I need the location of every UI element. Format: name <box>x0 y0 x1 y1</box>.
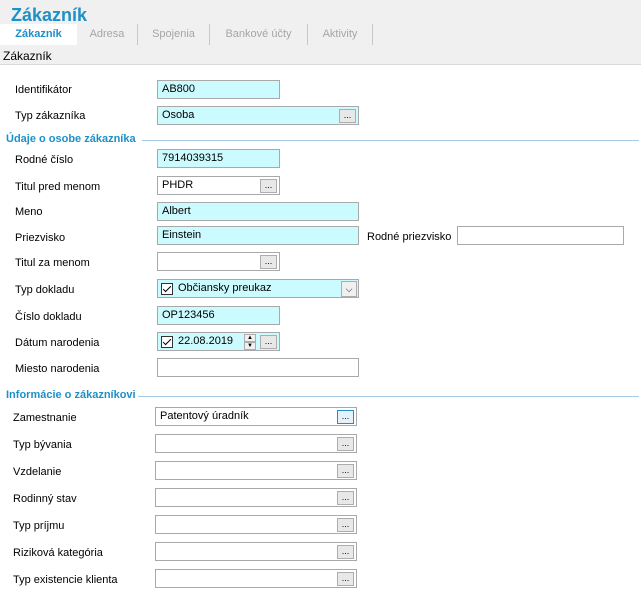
first-name-field[interactable]: Albert <box>157 202 359 221</box>
form-subheader: Zákazník <box>0 46 641 65</box>
tab-activities[interactable]: Aktivity <box>308 24 372 45</box>
spin-down-icon[interactable]: ▼ <box>244 342 256 350</box>
first-name-label: Meno <box>15 206 43 218</box>
education-label: Vzdelanie <box>13 466 62 478</box>
doc-type-label: Typ dokladu <box>15 284 75 296</box>
birth-date-picker-button[interactable]: ... <box>260 335 277 349</box>
person-section-title: Údaje o osobe zákazníka <box>6 133 136 145</box>
birth-surname-field[interactable] <box>457 226 624 245</box>
doc-number-label: Číslo dokladu <box>15 311 82 323</box>
birth-place-field[interactable] <box>157 358 359 377</box>
birth-date-label: Dátum narodenia <box>15 337 100 349</box>
client-existence-type-label: Typ existencie klienta <box>13 574 118 586</box>
employment-label: Zamestnanie <box>13 412 77 424</box>
birth-surname-label: Rodné priezvisko <box>367 231 452 243</box>
housing-type-label: Typ bývania <box>13 439 72 451</box>
employment-field[interactable]: Patentový úradník <box>155 407 357 426</box>
tab-bank-accounts[interactable]: Bankové účty <box>210 24 307 45</box>
surname-label: Priezvisko <box>15 232 66 244</box>
income-type-field[interactable] <box>155 515 357 534</box>
risk-category-lookup-button[interactable]: ... <box>337 545 354 559</box>
customer-type-field[interactable]: Osoba <box>157 106 359 125</box>
birth-number-label: Rodné číslo <box>15 154 74 166</box>
income-type-lookup-button[interactable]: ... <box>337 518 354 532</box>
window-header: Zákazník Zákazník Adresa Spojenia Bankov… <box>0 0 641 46</box>
window-title: Zákazník <box>11 5 88 25</box>
title-after-lookup-button[interactable]: ... <box>260 255 277 269</box>
identifier-label: Identifikátor <box>15 84 72 96</box>
marital-status-lookup-button[interactable]: ... <box>337 491 354 505</box>
title-before-label: Titul pred menom <box>15 181 101 193</box>
info-section-title: Informácie o zákazníkovi <box>6 389 136 401</box>
chevron-down-icon[interactable]: ⌵ <box>341 281 357 297</box>
title-after-label: Titul za menom <box>15 257 90 269</box>
section-divider <box>142 140 639 141</box>
client-existence-type-lookup-button[interactable]: ... <box>337 572 354 586</box>
risk-category-label: Riziková kategória <box>13 547 103 559</box>
identifier-field[interactable]: AB800 <box>157 80 280 99</box>
doc-type-checkbox[interactable] <box>161 283 173 295</box>
education-lookup-button[interactable]: ... <box>337 464 354 478</box>
tab-connections[interactable]: Spojenia <box>138 24 209 45</box>
tab-separator <box>372 24 373 45</box>
housing-type-field[interactable] <box>155 434 357 453</box>
doc-number-field[interactable]: OP123456 <box>157 306 280 325</box>
tab-customer[interactable]: Zákazník <box>0 24 77 45</box>
surname-field[interactable]: Einstein <box>157 226 359 245</box>
birth-place-label: Miesto narodenia <box>15 363 100 375</box>
education-field[interactable] <box>155 461 357 480</box>
marital-status-label: Rodinný stav <box>13 493 77 505</box>
spin-up-icon[interactable]: ▲ <box>244 334 256 342</box>
customer-type-label: Typ zákazníka <box>15 110 86 122</box>
birth-date-checkbox[interactable] <box>161 336 173 348</box>
subheader-label: Zákazník <box>3 49 52 63</box>
title-before-lookup-button[interactable]: ... <box>260 179 277 193</box>
housing-type-lookup-button[interactable]: ... <box>337 437 354 451</box>
doc-type-select[interactable]: Občiansky preukaz <box>157 279 359 298</box>
income-type-label: Typ príjmu <box>13 520 65 532</box>
birth-number-field[interactable]: 7914039315 <box>157 149 280 168</box>
section-divider <box>138 396 639 397</box>
risk-category-field[interactable] <box>155 542 357 561</box>
customer-type-lookup-button[interactable]: ... <box>339 109 356 123</box>
marital-status-field[interactable] <box>155 488 357 507</box>
employment-lookup-button[interactable]: ... <box>337 410 354 424</box>
tab-address[interactable]: Adresa <box>77 24 137 45</box>
client-existence-type-field[interactable] <box>155 569 357 588</box>
